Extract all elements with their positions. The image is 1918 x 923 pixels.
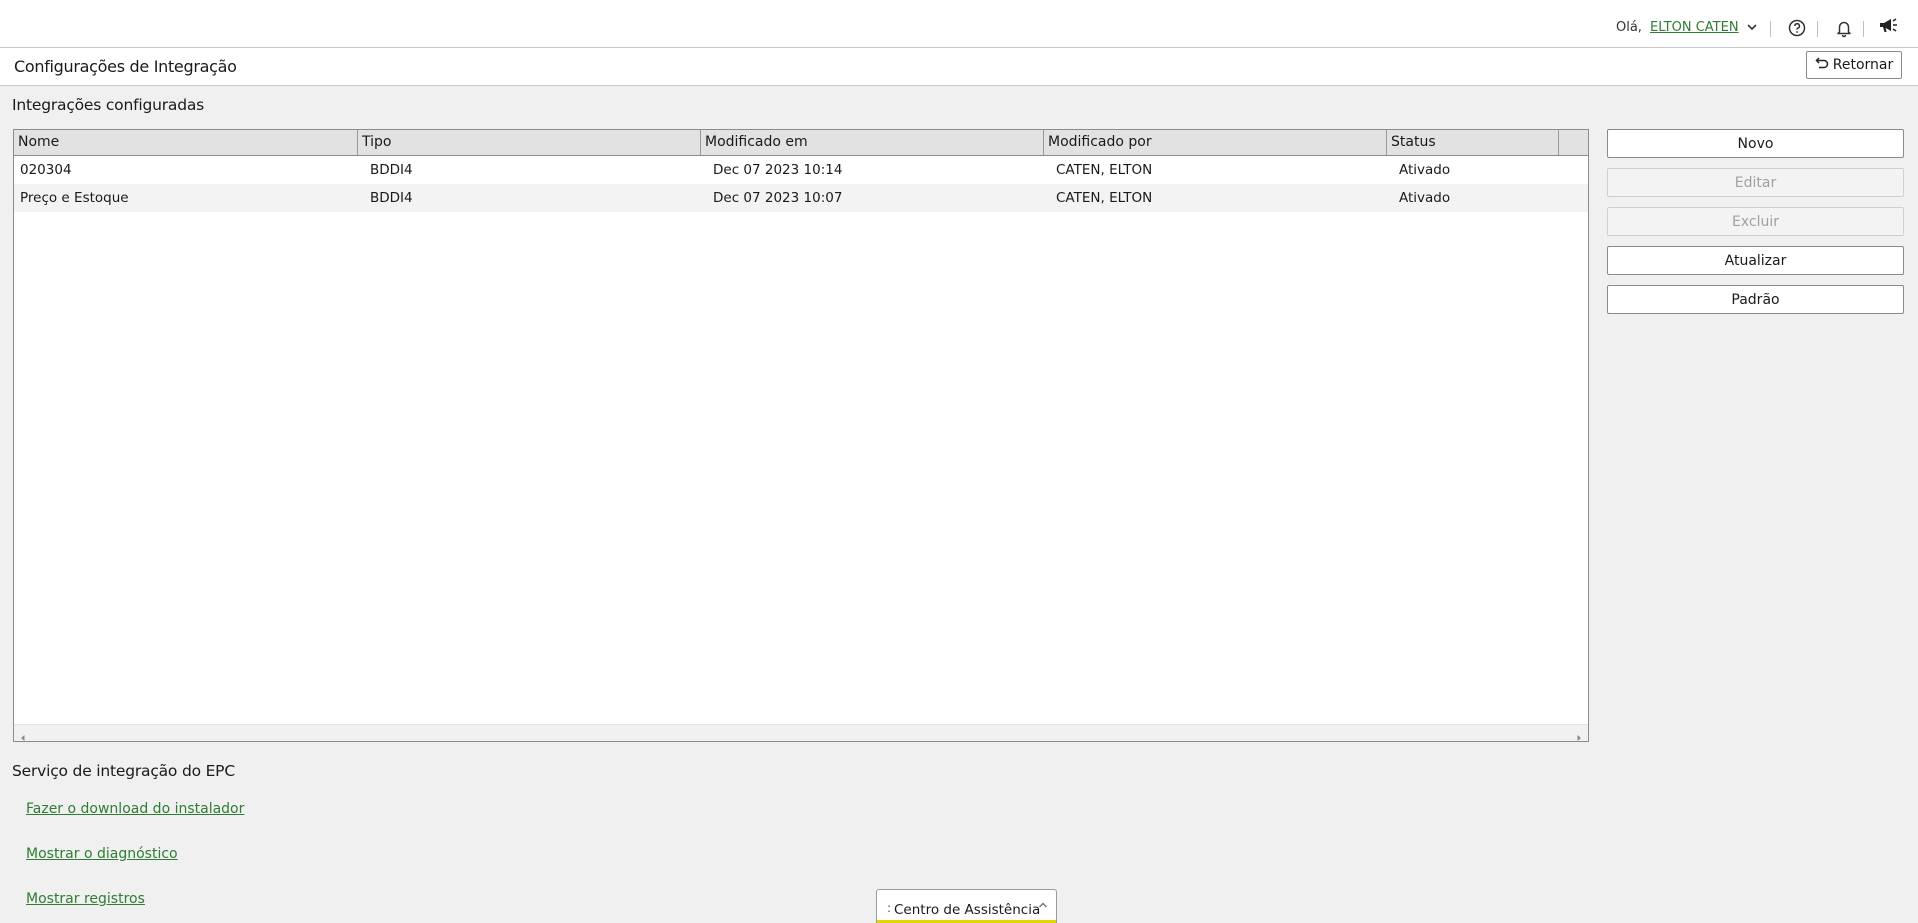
top-bar: Olá, ELTON CATEN <box>0 0 1918 48</box>
megaphone-icon[interactable] <box>1878 16 1898 36</box>
return-button[interactable]: Retornar <box>1806 51 1902 79</box>
column-header-type[interactable]: Tipo <box>358 130 701 155</box>
show-logs-link[interactable]: Mostrar registros <box>26 891 145 907</box>
cell-type: BDDI4 <box>370 190 413 206</box>
column-header-modified-at[interactable]: Modificado em <box>701 130 1044 155</box>
column-header-spacer <box>1559 130 1588 155</box>
title-bar: Configurações de Integração Retornar <box>0 48 1918 86</box>
chevron-up-icon[interactable] <box>1037 896 1049 908</box>
chevron-down-icon[interactable] <box>1744 19 1760 35</box>
refresh-button[interactable]: Atualizar <box>1607 246 1904 275</box>
column-header-name[interactable]: Nome <box>14 130 358 155</box>
cell-name: 020304 <box>20 162 72 178</box>
scroll-left-icon[interactable] <box>18 728 28 741</box>
cell-type: BDDI4 <box>370 162 413 178</box>
assistance-center-label: Centro de Assistência <box>894 902 1041 918</box>
page-title: Configurações de Integração <box>14 57 237 76</box>
cell-status: Ativado <box>1399 190 1451 206</box>
cell-modified-by: CATEN, ELTON <box>1056 190 1153 206</box>
cell-modified-by: CATEN, ELTON <box>1056 162 1153 178</box>
bell-icon[interactable] <box>1834 18 1854 38</box>
edit-button[interactable]: Editar <box>1607 168 1904 197</box>
divider <box>1863 21 1864 37</box>
cell-modified-at: Dec 07 2023 10:07 <box>713 190 843 206</box>
delete-button[interactable]: Excluir <box>1607 207 1904 236</box>
drag-handle-icon[interactable]: : <box>887 901 891 915</box>
scroll-right-icon[interactable] <box>1574 728 1584 741</box>
new-button[interactable]: Novo <box>1607 129 1904 158</box>
divider <box>1770 21 1771 37</box>
show-diagnostics-link[interactable]: Mostrar o diagnóstico <box>26 846 178 862</box>
column-header-status[interactable]: Status <box>1387 130 1559 155</box>
cell-name: Preço e Estoque <box>20 190 129 206</box>
table-row[interactable]: Preço e Estoque BDDI4 Dec 07 2023 10:07 … <box>14 184 1588 212</box>
return-button-label: Retornar <box>1832 57 1894 73</box>
cell-modified-at: Dec 07 2023 10:14 <box>713 162 843 178</box>
assistance-center-tab[interactable]: : Centro de Assistência <box>876 889 1057 923</box>
horizontal-scrollbar[interactable] <box>14 724 1588 741</box>
integrations-table: Nome Tipo Modificado em Modificado por S… <box>13 129 1589 742</box>
column-header-modified-by[interactable]: Modificado por <box>1044 130 1387 155</box>
cell-status: Ativado <box>1399 162 1451 178</box>
table-row[interactable]: 020304 BDDI4 Dec 07 2023 10:14 CATEN, EL… <box>14 156 1588 184</box>
service-section-title: Serviço de integração do EPC <box>12 762 235 780</box>
greeting-label: Olá, <box>1616 20 1642 35</box>
return-arrow-icon <box>1815 56 1829 74</box>
download-installer-link[interactable]: Fazer o download do instalador <box>26 801 244 817</box>
table-header: Nome Tipo Modificado em Modificado por S… <box>14 130 1588 156</box>
user-menu-link[interactable]: ELTON CATEN <box>1650 20 1739 35</box>
divider <box>1817 21 1818 37</box>
integrations-section-title: Integrações configuradas <box>12 96 205 114</box>
default-button[interactable]: Padrão <box>1607 285 1904 314</box>
help-icon[interactable] <box>1787 18 1807 38</box>
